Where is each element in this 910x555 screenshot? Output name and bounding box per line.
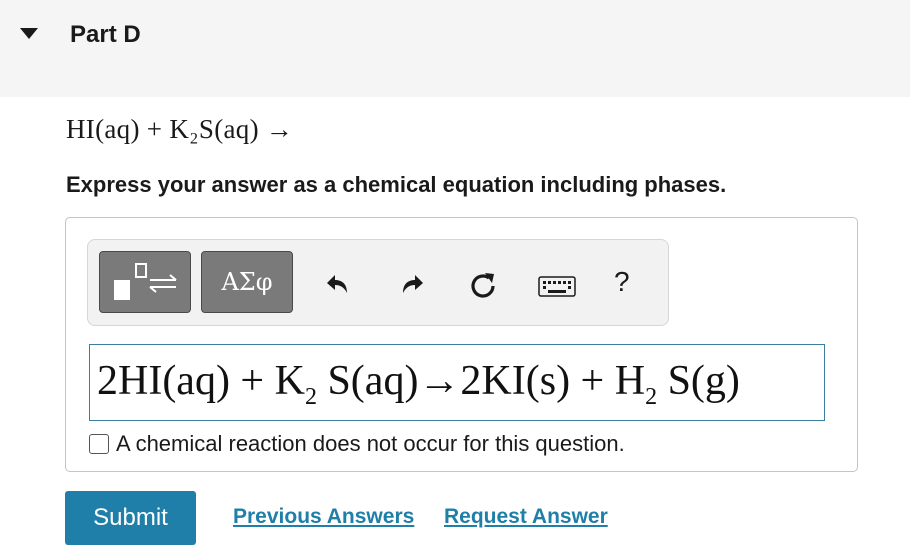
undo-icon[interactable] — [325, 271, 353, 297]
templates-button[interactable] — [99, 251, 191, 313]
answer-part-1: 2HI(aq) + K — [97, 358, 305, 404]
part-title: Part D — [70, 21, 141, 48]
submit-button[interactable]: Submit — [65, 491, 196, 545]
no-reaction-checkbox[interactable] — [89, 434, 109, 454]
greek-symbols-icon: ΑΣφ — [221, 268, 273, 296]
no-reaction-label: A chemical reaction does not occur for t… — [116, 431, 625, 456]
greek-symbols-button[interactable]: ΑΣφ — [201, 251, 293, 313]
answer-subscript-2: 2 — [645, 384, 658, 410]
reset-icon[interactable] — [468, 270, 498, 300]
instruction-text: Express your answer as a chemical equati… — [66, 172, 727, 197]
answer-part-3: S(g) — [657, 358, 740, 404]
answer-subscript-1: 2 — [304, 384, 317, 410]
collapse-caret-icon[interactable] — [20, 28, 38, 39]
answer-input[interactable]: 2HI(aq) + K2 S(aq)→2KI(s) + H2 S(g) — [89, 344, 825, 421]
previous-answers-link[interactable]: Previous Answers — [233, 505, 414, 529]
templates-icon — [114, 263, 177, 300]
keyboard-icon[interactable] — [538, 276, 576, 298]
help-icon[interactable]: ? — [614, 266, 630, 298]
question-equation: HI(aq) + K₂S(aq) → — [66, 114, 294, 144]
redo-icon[interactable] — [399, 271, 427, 297]
part-header[interactable]: Part D — [0, 0, 910, 97]
answer-part-2: S(aq)→2KI(s) + H — [316, 358, 646, 404]
request-answer-link[interactable]: Request Answer — [444, 505, 608, 529]
